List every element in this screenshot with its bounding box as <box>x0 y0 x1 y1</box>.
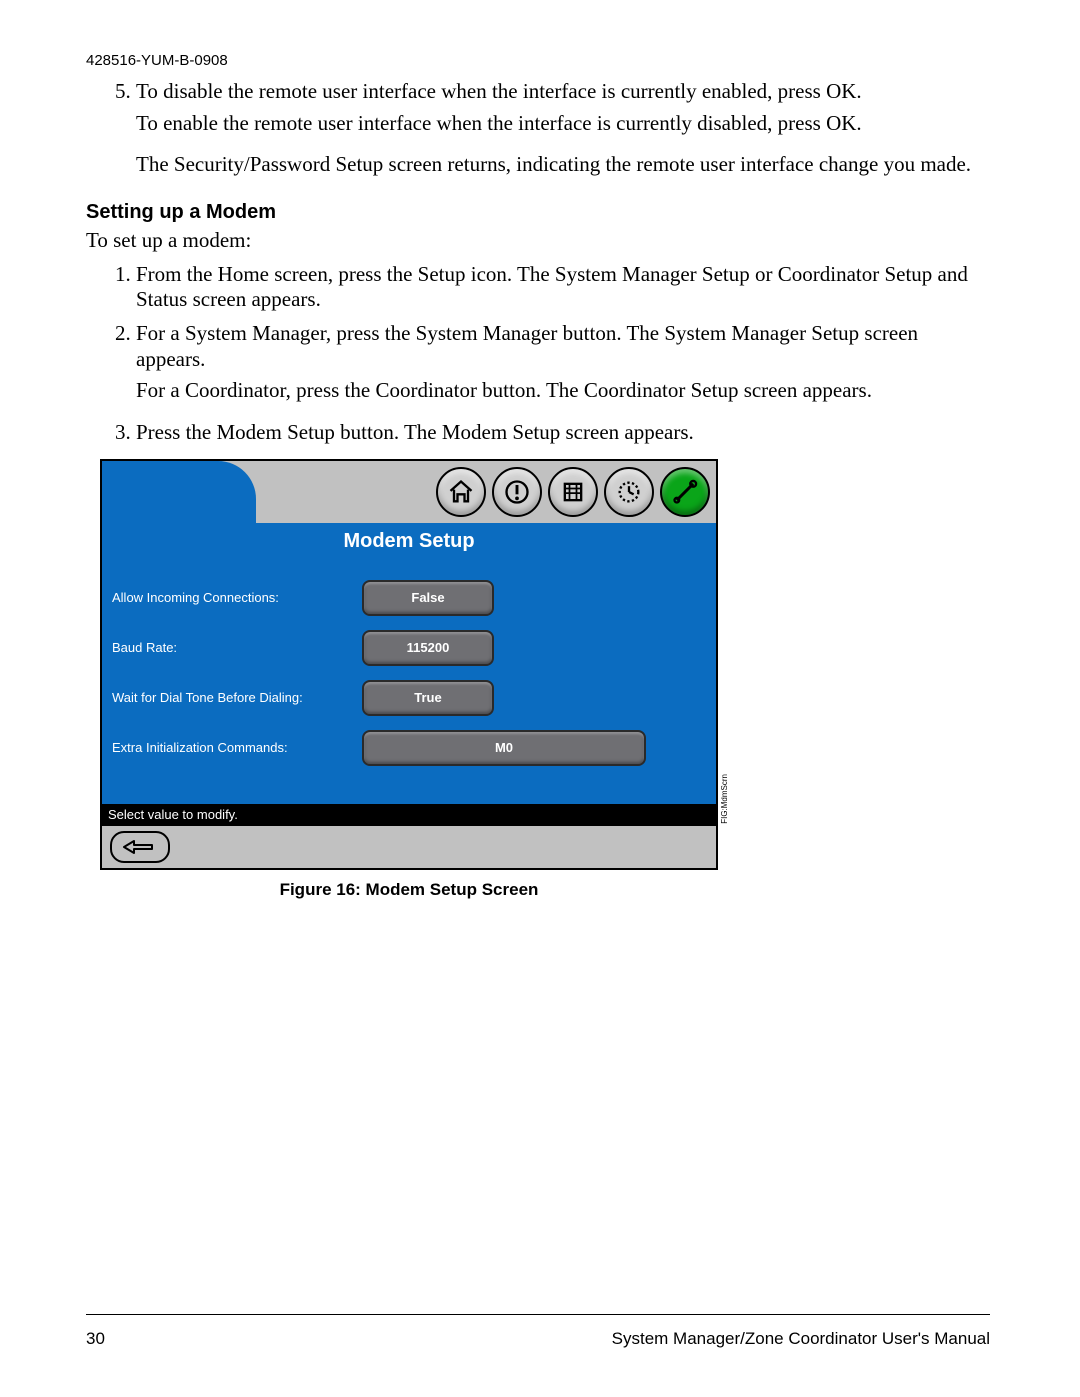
modem-step-2b: For a Coordinator, press the Coordinator… <box>136 378 990 404</box>
active-tab[interactable] <box>102 461 256 523</box>
step-5-para-b: The Security/Password Setup screen retur… <box>136 152 990 178</box>
figure-side-label: FIG:MdmScrn <box>720 774 730 824</box>
label-wait-dial-tone: Wait for Dial Tone Before Dialing: <box>112 690 362 706</box>
step-5-para-a: To enable the remote user interface when… <box>136 111 990 137</box>
modem-step-3: Press the Modem Setup button. The Modem … <box>136 420 990 446</box>
section-intro: To set up a modem: <box>86 228 990 254</box>
figure-caption: Figure 16: Modem Setup Screen <box>100 880 718 901</box>
back-button[interactable] <box>110 831 170 863</box>
footer-title: System Manager/Zone Coordinator User's M… <box>612 1329 990 1349</box>
grid-icon[interactable] <box>548 467 598 517</box>
modem-step-2: For a System Manager, press the System M… <box>136 321 990 404</box>
page-number: 30 <box>86 1329 105 1349</box>
bottom-bar <box>102 826 716 868</box>
clock-icon[interactable] <box>604 467 654 517</box>
modem-setup-screenshot: Modem Setup Allow Incoming Connections: … <box>100 459 718 869</box>
value-wait-dial-tone[interactable]: True <box>362 680 494 716</box>
document-id: 428516-YUM-B-0908 <box>86 52 990 69</box>
screen-title: Modem Setup <box>102 523 716 561</box>
value-allow-incoming[interactable]: False <box>362 580 494 616</box>
modem-step-3-text: Press the Modem Setup button. The Modem … <box>136 420 694 444</box>
tools-icon[interactable] <box>660 467 710 517</box>
value-extra-init[interactable]: M0 <box>362 730 646 766</box>
label-extra-init: Extra Initialization Commands: <box>112 740 362 756</box>
modem-step-2-text: For a System Manager, press the System M… <box>136 321 918 371</box>
status-bar: Select value to modify. <box>102 804 716 826</box>
step-5: To disable the remote user interface whe… <box>136 79 990 178</box>
step-5-text: To disable the remote user interface whe… <box>136 79 862 103</box>
modem-step-1: From the Home screen, press the Setup ic… <box>136 262 990 313</box>
top-bar <box>102 461 716 523</box>
modem-step-1-text: From the Home screen, press the Setup ic… <box>136 262 968 312</box>
home-icon[interactable] <box>436 467 486 517</box>
value-baud-rate[interactable]: 115200 <box>362 630 494 666</box>
label-baud-rate: Baud Rate: <box>112 640 362 656</box>
alert-icon[interactable] <box>492 467 542 517</box>
section-heading: Setting up a Modem <box>86 200 990 224</box>
label-allow-incoming: Allow Incoming Connections: <box>112 590 362 606</box>
